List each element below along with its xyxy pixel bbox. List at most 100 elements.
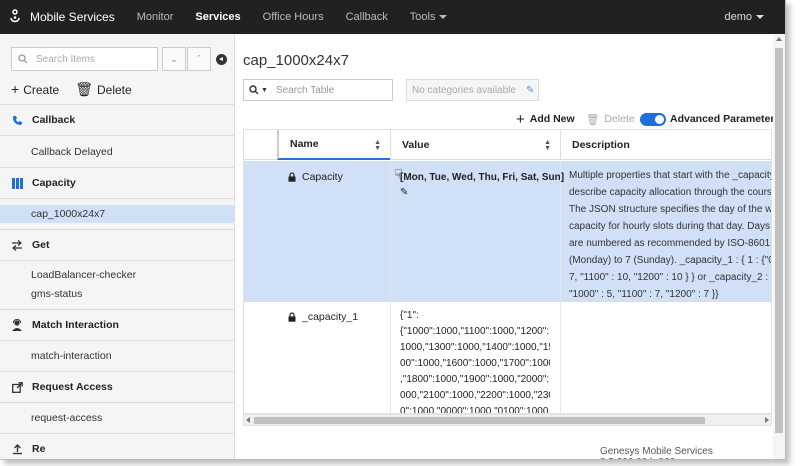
table-search-placeholder: Search Table [275,84,335,96]
cell-value[interactable]: [Mon, Tue, Wed, Thu, Fri, Sat, Sun] [400,172,564,183]
advanced-parameters-label: Advanced Parameters [670,113,781,125]
sidebar-item-callback-delayed[interactable]: Callback Delayed [0,143,234,161]
nav-monitor[interactable]: Monitor [137,0,174,34]
description-line: Multiple properties that start with the … [569,170,772,181]
column-header-value[interactable]: Value ▲ ▼ [390,130,560,160]
sort-icon[interactable]: ▲ ▼ [374,139,381,152]
value-line: 00":1000,"1600":1000,"1700":1000 [400,358,550,369]
chevron-down-icon: ⌄ [170,53,178,64]
external-link-icon [11,381,23,393]
cell-value[interactable]: {"1": {"1000":1000,"1100":1000,"1200": 1… [400,308,550,414]
lock-icon [288,172,296,182]
column-label: Description [572,139,630,151]
scroll-right-icon[interactable] [765,417,769,423]
value-line: 000,"2100":1000,"2200":1000,"230 [400,390,550,401]
nav-office-hours[interactable]: Office Hours [263,0,324,34]
delete-label: Delete [97,83,132,97]
column-header-description[interactable]: Description [560,130,771,160]
group-label: Match Interaction [32,319,119,331]
brand[interactable]: Mobile Services [8,9,115,25]
sidebar-actions: + Create 🗑 Delete [11,81,132,98]
description-line: capacity for hourly slots during that da… [569,221,772,232]
group-label: Capacity [32,177,76,189]
toggle-switch[interactable] [640,112,666,126]
upload-icon [11,443,23,455]
group-label: Re [32,443,46,455]
description-line: The JSON structure specifies the day of … [569,204,772,215]
create-button[interactable]: + Create [11,81,59,98]
cell-description: Multiple properties that start with the … [569,167,772,303]
delete-row-button[interactable]: 🗑 Delete [586,110,635,128]
nav-services[interactable]: Services [195,0,240,34]
chevron-down-icon: ▼ [261,86,268,94]
scroll-up-icon[interactable] [776,37,782,41]
footer-version: Genesys Mobile Services 8.5.200.00.b.866 [600,446,713,459]
description-line: (Monday) to 7 (Sunday). _capacity_1 : { … [569,255,772,266]
chevron-up-icon: ˆ [197,54,201,64]
sidebar-group-get[interactable]: Get [0,230,234,260]
sidebar-search-input[interactable]: Search Items [11,47,158,71]
advanced-parameters-toggle[interactable]: Advanced Parameters [640,110,780,128]
plus-icon: + [516,110,525,128]
table-search-input[interactable]: ▼ Search Table [243,79,393,101]
brand-name: Mobile Services [30,10,115,24]
sidebar: Search Items ⌄ ˆ + Create 🗑 Delete Callbac… [0,34,235,459]
chevron-down-icon [439,15,448,20]
pencil-icon[interactable]: ✎ [526,85,534,96]
trash-icon: 🗑 [586,113,600,126]
sidebar-item-cap-1000x24x7[interactable]: cap_1000x24x7 [0,205,234,223]
arrows-icon [11,239,23,251]
group-label: Get [32,239,50,251]
genesys-logo-icon [8,9,22,25]
create-label: Create [23,83,60,97]
sidebar-item-match-interaction[interactable]: match-interaction [0,347,234,365]
column-label: Name [290,138,319,150]
sidebar-group-request-access[interactable]: Request Access [0,372,234,402]
search-icon [18,54,28,64]
scrollbar-thumb[interactable] [775,48,783,433]
nav-callback[interactable]: Callback [346,0,388,34]
user-menu[interactable]: demo [724,0,764,34]
columns-icon [11,177,23,189]
vertical-scrollbar[interactable] [773,34,785,459]
delete-row-label: Delete [604,113,635,125]
cursor-hand-icon: ☟ [394,166,403,182]
param-name: Capacity [302,171,343,183]
sidebar-item-request-access[interactable]: request-access [0,409,234,427]
column-header-name[interactable]: Name ▲ ▼ [277,130,390,160]
delete-button[interactable]: 🗑 Delete [75,81,131,98]
categories-field[interactable]: No categories available ✎ [406,79,539,101]
collapse-up-button[interactable]: ˆ [187,47,211,71]
nav-tools-label: Tools [409,11,436,23]
pencil-icon[interactable]: ✎ [400,187,408,198]
sidebar-item-loadbalancer-checker[interactable]: LoadBalancer-checker [0,266,234,284]
cell-name: Capacity [288,171,343,183]
table-header: Name ▲ ▼ Value ▲ ▼ Description [244,130,771,160]
sidebar-group-partial[interactable]: Re [0,434,234,459]
sidebar-group-callback[interactable]: Callback [0,105,234,135]
value-line: ,"1800":1000,"1900":1000,"2000":1 [400,374,550,385]
table-row[interactable]: _capacity_1 {"1": {"1000":1000,"1100":10… [244,302,771,414]
plus-icon: + [11,81,20,97]
sidebar-group-capacity[interactable]: Capacity [0,168,234,198]
phone-icon [11,115,23,126]
add-new-button[interactable]: + Add New [516,110,575,128]
main-panel: cap_1000x24x7 ▼ Search Table No categori… [236,34,785,459]
sidebar-group-match-interaction[interactable]: Match Interaction [0,310,234,340]
column-label: Value [402,139,430,151]
horizontal-scrollbar[interactable] [243,414,772,426]
sidebar-item-gms-status[interactable]: gms-status [0,285,234,303]
expand-down-button[interactable]: ⌄ [162,47,186,71]
trash-icon: 🗑 [75,81,93,97]
group-label: Request Access [32,381,113,393]
scroll-left-icon[interactable] [246,417,250,423]
chevron-down-icon [756,15,764,20]
param-value: [Mon, Tue, Wed, Thu, Fri, Sat, Sun] [400,172,565,183]
scrollbar-thumb[interactable] [254,417,705,424]
cell-name: _capacity_1 [288,311,358,323]
table-row[interactable]: Capacity [Mon, Tue, Wed, Thu, Fri, Sat, … [244,161,772,303]
sort-icon[interactable]: ▲ ▼ [544,139,551,152]
value-line: 0":1000,"0000":1000,"0100":1000, [400,406,550,414]
collapse-sidebar-icon[interactable] [216,54,227,65]
nav-tools[interactable]: Tools [410,0,448,34]
